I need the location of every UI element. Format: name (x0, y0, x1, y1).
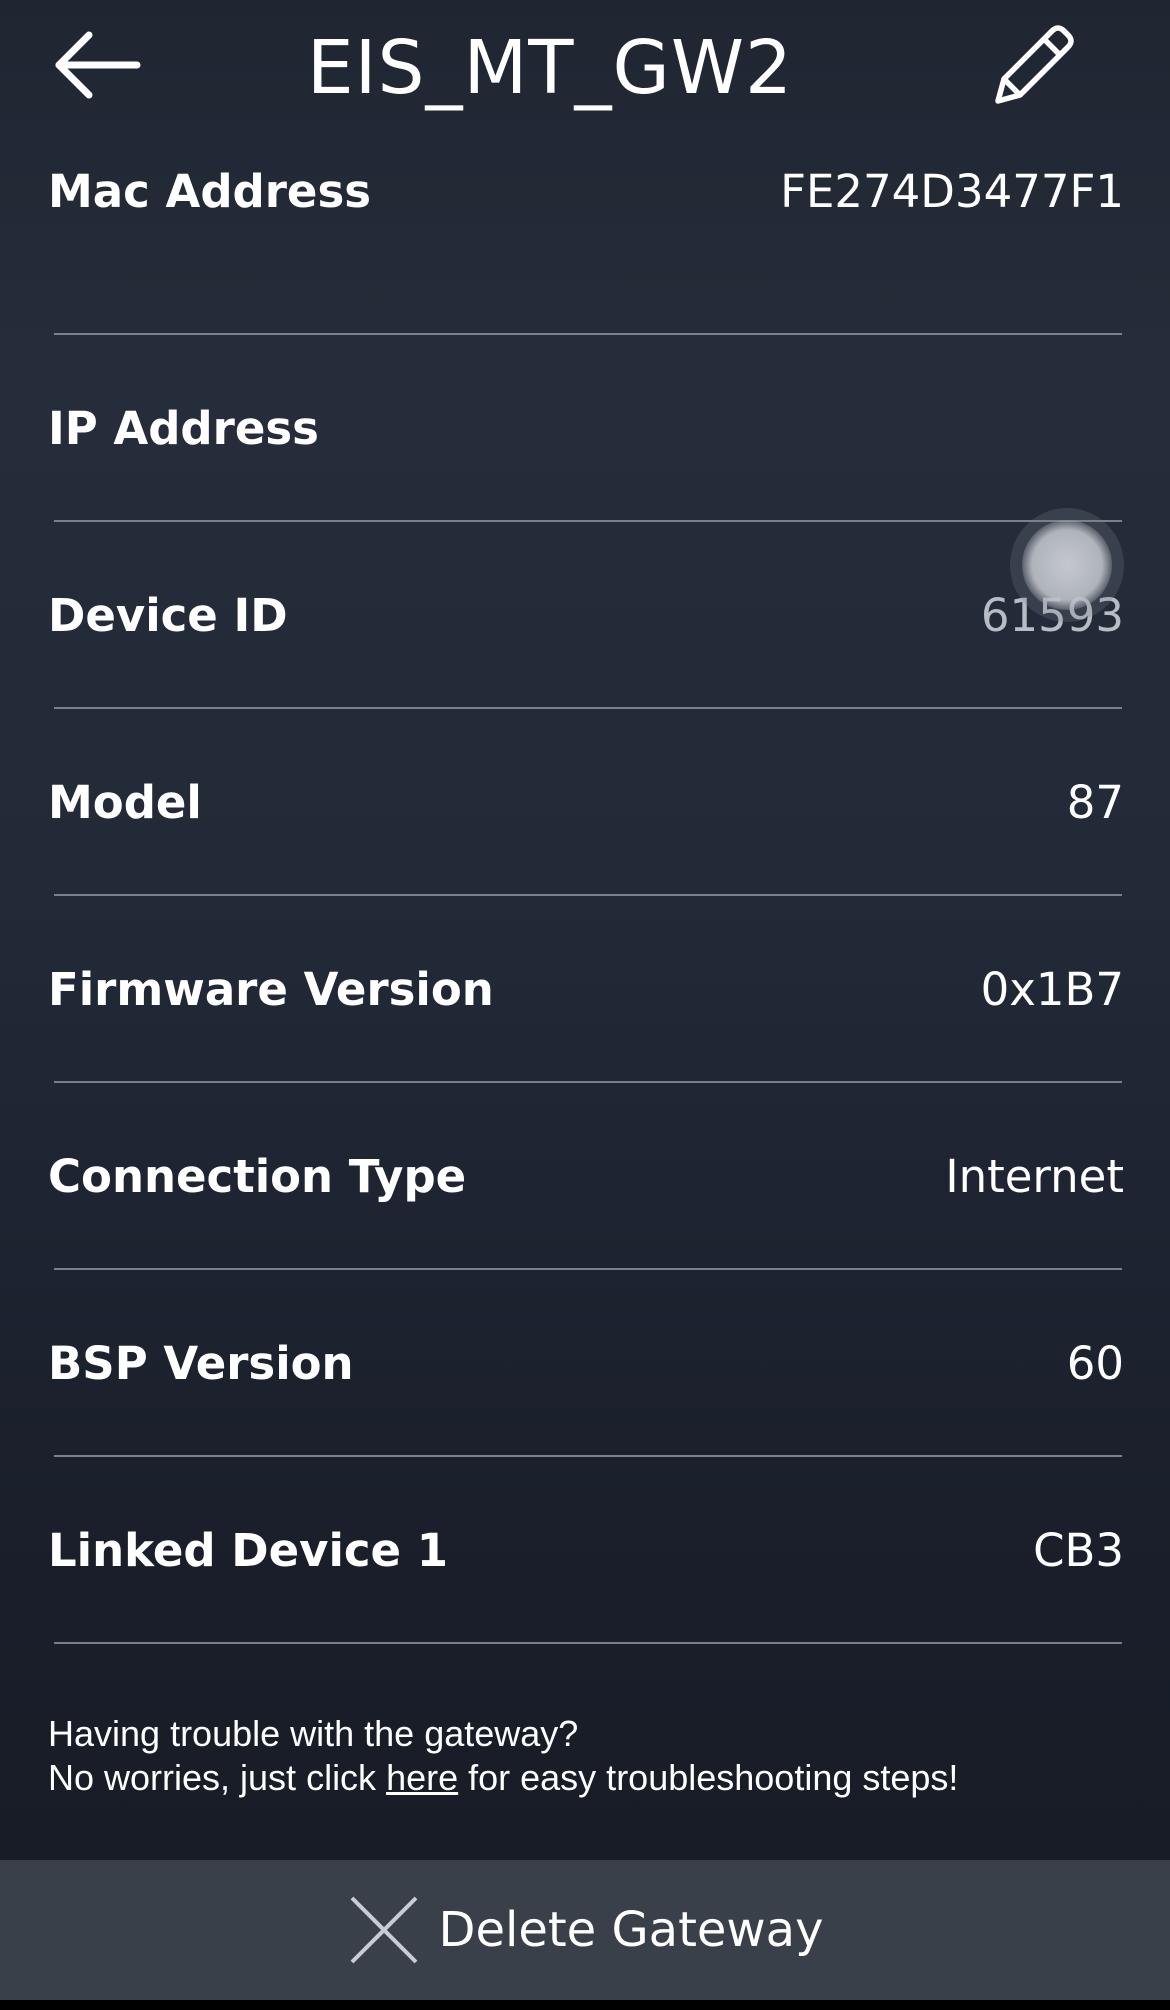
bsp-version-value: 60 (1066, 1337, 1124, 1390)
x-icon (351, 1896, 418, 1964)
help-line-1: Having trouble with the gateway? (48, 1713, 579, 1754)
arrow-left-icon (55, 31, 141, 99)
help-text: Having trouble with the gateway? No worr… (48, 1712, 1128, 1800)
help-line-2-prefix: No worries, just click (48, 1757, 387, 1798)
delete-gateway-content: Delete Gateway (346, 1892, 824, 1968)
firmware-version-value: 0x1B7 (980, 963, 1124, 1016)
row-connection-type: Connection Type Internet (0, 1083, 1170, 1270)
row-bsp-version: BSP Version 60 (0, 1270, 1170, 1457)
row-firmware-version: Firmware Version 0x1B7 (0, 896, 1170, 1083)
troubleshooting-link[interactable]: here (386, 1757, 458, 1798)
device-id-label: Device ID (48, 589, 288, 642)
model-value: 87 (1066, 776, 1124, 829)
row-model: Model 87 (0, 709, 1170, 896)
gateway-details-screen: EIS_MT_GW2 Mac Address FE274D3477F1 IP A… (0, 0, 1170, 2010)
row-linked-device-1: Linked Device 1 CB3 (0, 1457, 1170, 1644)
mac-address-label: Mac Address (48, 165, 372, 218)
help-line-2: No worries, just click here for easy tro… (48, 1756, 1128, 1800)
back-button[interactable] (48, 22, 148, 108)
touch-indicator (1022, 520, 1112, 610)
row-device-id: Device ID 61593 (0, 522, 1170, 709)
divider (54, 1642, 1122, 1644)
bsp-version-label: BSP Version (48, 1337, 354, 1390)
linked-device-label: Linked Device 1 (48, 1524, 449, 1577)
firmware-version-label: Firmware Version (48, 963, 494, 1016)
bottom-edge (0, 2000, 1170, 2010)
details-list: Mac Address FE274D3477F1 IP Address Devi… (0, 150, 1170, 1644)
row-ip-address: IP Address (0, 335, 1170, 522)
delete-gateway-button[interactable]: Delete Gateway (0, 1860, 1170, 2000)
connection-type-label: Connection Type (48, 1150, 467, 1203)
mac-address-value: FE274D3477F1 (780, 165, 1124, 218)
delete-gateway-label: Delete Gateway (438, 1902, 824, 1958)
connection-type-value: Internet (945, 1150, 1124, 1203)
linked-device-value: CB3 (1033, 1524, 1124, 1577)
row-mac-address: Mac Address FE274D3477F1 (0, 150, 1170, 335)
ip-address-label: IP Address (48, 402, 319, 455)
help-line-2-suffix: for easy troubleshooting steps! (458, 1757, 959, 1798)
model-label: Model (48, 776, 202, 829)
pencil-icon (995, 25, 1074, 104)
